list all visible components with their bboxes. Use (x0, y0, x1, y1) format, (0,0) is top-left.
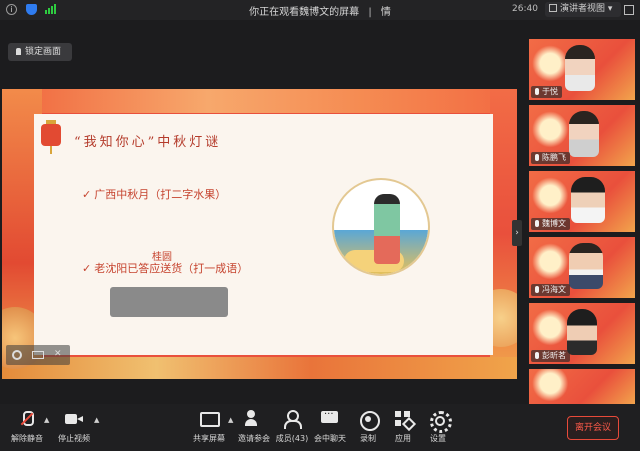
mic-off-icon (18, 410, 36, 428)
participant-name-tag: 冯海文 (531, 284, 570, 296)
slide-decoration-top (2, 89, 517, 113)
grid-icon (549, 4, 557, 12)
participant-name-tag: 陈鹏飞 (531, 152, 570, 164)
share-screen-button[interactable]: 共享屏幕 (185, 410, 233, 444)
settings-label: 设置 (430, 434, 446, 443)
participant-tile[interactable] (529, 369, 635, 405)
mic-icon (535, 220, 539, 227)
close-icon[interactable]: ✕ (54, 349, 62, 359)
record-icon (359, 410, 380, 431)
slide-title: “我知你心”中秋灯谜 (74, 135, 222, 150)
pin-icon (16, 48, 21, 55)
window-title: 你正在观看魏博文的屏幕 | 情 (0, 3, 640, 18)
screen-control-bar[interactable]: ✕ (6, 345, 70, 365)
speaker-view-button[interactable]: 演讲者视图 ▾ (545, 2, 621, 17)
avatar (567, 309, 597, 355)
separator-icon: | (368, 7, 372, 18)
chat-icon (321, 409, 339, 428)
participant-name-tag: 魏博文 (531, 218, 570, 230)
camera-icon (65, 410, 83, 428)
unmute-label: 解除静音 (11, 434, 43, 443)
screen-icon[interactable] (32, 351, 44, 359)
shared-screen: “我知你心”中秋灯谜 ✓ 广西中秋月（打二字水果） 桂圆 ✓ 老沈阳已答应送货（打一… (2, 89, 517, 379)
riddle-2-text: 老沈阳已答应送货（打一成语） (94, 262, 249, 275)
add-user-icon (245, 410, 263, 428)
collapse-panel-button[interactable]: › (512, 220, 522, 246)
meeting-timer: 26:40 (512, 4, 538, 14)
chevron-up-icon[interactable]: ▲ (94, 416, 99, 424)
avatar (569, 243, 603, 289)
chevron-up-icon[interactable]: ▲ (44, 416, 49, 424)
lock-screen-label: 锁定画面 (25, 47, 62, 57)
mic-icon (535, 286, 539, 293)
share-screen-label: 共享屏幕 (193, 434, 225, 443)
participant-tile[interactable]: 于悦 (529, 39, 635, 100)
avatar (565, 45, 595, 91)
check-icon: ✓ (82, 262, 92, 275)
speaker-view-label: 演讲者视图 (560, 4, 606, 14)
lantern-icon (40, 120, 62, 154)
gear-icon (429, 410, 452, 433)
chang-e-illustration (332, 178, 430, 276)
mic-icon (535, 88, 539, 95)
window-title-text: 你正在观看魏博文的屏幕 (249, 7, 360, 18)
riddle-2: ✓ 老沈阳已答应送货（打一成语） (82, 260, 248, 276)
share-screen-icon (200, 410, 220, 428)
window-title-extra: 情 (380, 7, 391, 18)
stop-video-button[interactable]: 停止视频 (50, 410, 98, 444)
stop-video-label: 停止视频 (58, 434, 90, 443)
slide-decoration-bottom (2, 357, 517, 379)
title-bar: i 你正在观看魏博文的屏幕 | 情 26:40 演讲者视图 ▾ (0, 0, 640, 20)
lock-screen-button[interactable]: 锁定画面 (8, 43, 72, 61)
settings-button[interactable]: 设置 (414, 410, 462, 444)
avatar (571, 177, 605, 223)
participant-name-tag: 彭昕茗 (531, 350, 570, 362)
members-icon (283, 410, 302, 429)
participant-tile[interactable]: 彭昕茗 (529, 303, 635, 364)
participant-name-tag: 于悦 (531, 86, 562, 98)
avatar (569, 111, 599, 157)
mic-icon (535, 154, 539, 161)
hidden-answer-box (110, 287, 228, 317)
riddle-1-text: 广西中秋月（打二字水果） (94, 188, 227, 201)
fullscreen-icon[interactable] (624, 5, 634, 15)
participant-tile[interactable]: 陈鹏飞 (529, 105, 635, 166)
mic-icon (535, 352, 539, 359)
apps-icon (394, 410, 412, 428)
participant-tile[interactable]: 魏博文 (529, 171, 635, 232)
slide-card: “我知你心”中秋灯谜 ✓ 广西中秋月（打二字水果） 桂圆 ✓ 老沈阳已答应送货（打一… (34, 114, 493, 355)
leave-meeting-button[interactable]: 离开会议 (567, 416, 619, 440)
participant-tile[interactable]: 冯海文 (529, 237, 635, 298)
check-icon: ✓ (82, 188, 92, 201)
meeting-toolbar: 解除静音 ▲ 停止视频 ▲ 共享屏幕 ▲ 邀请参会 成员(43) 会中聊天 录制… (0, 404, 640, 451)
gear-icon[interactable] (12, 350, 22, 360)
riddle-1: ✓ 广西中秋月（打二字水果） (82, 186, 226, 202)
